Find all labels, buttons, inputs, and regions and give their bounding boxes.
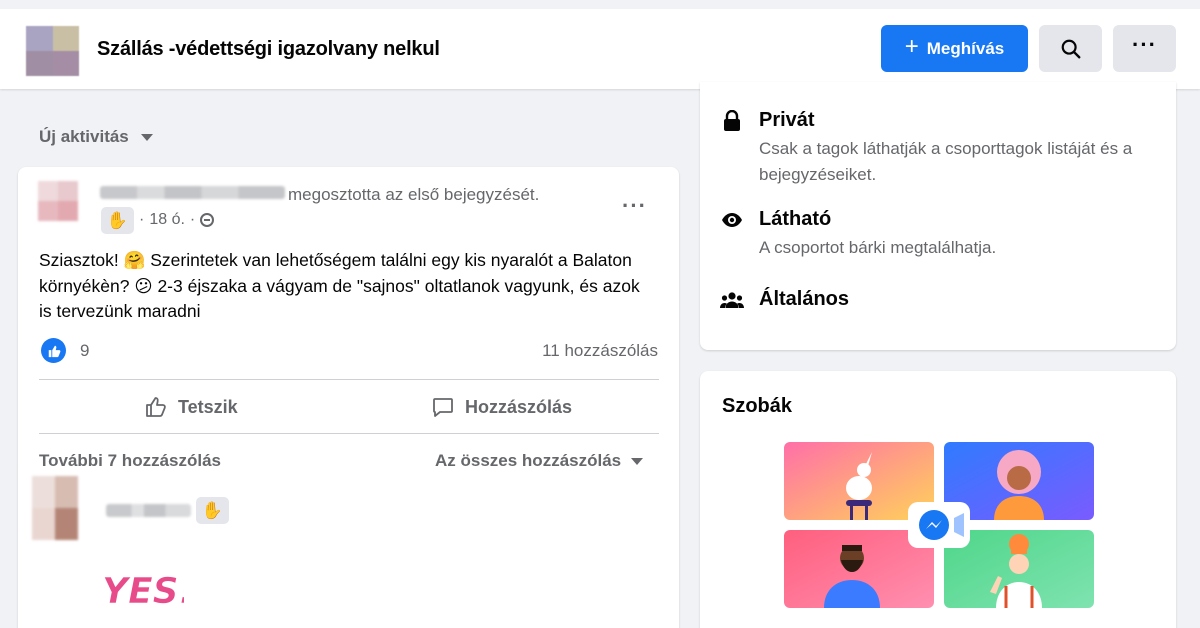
post-shared-text: megosztotta az első bejegyzését.: [288, 185, 540, 204]
author-name-redacted[interactable]: [100, 186, 285, 199]
yes-gif-text: YES!: [102, 571, 184, 612]
visibility-description: A csoportot bárki megtalálhatja.: [759, 238, 997, 257]
rooms-illustration[interactable]: [784, 442, 1094, 608]
post-more-icon[interactable]: ···: [622, 195, 647, 217]
waving-hand-icon: ✋: [106, 210, 129, 230]
caret-down-icon: [140, 133, 153, 141]
dot-separator: ·: [139, 211, 145, 228]
comment-filter-label: Az összes hozzászólás: [435, 451, 622, 470]
about-card: Privát Csak a tagok láthatják a csoportt…: [700, 82, 1176, 350]
divider: [39, 433, 659, 434]
search-button[interactable]: [1039, 25, 1102, 72]
view-more-comments[interactable]: További 7 hozzászólás: [39, 451, 221, 471]
search-icon: [1061, 39, 1080, 58]
comment-filter-dropdown[interactable]: Az összes hozzászólás: [435, 451, 644, 471]
commenter-avatar[interactable]: [32, 476, 78, 540]
thumbs-up-icon: [146, 397, 166, 417]
people-icon: [720, 288, 744, 312]
eye-icon: [720, 208, 744, 232]
like-label: Tetszik: [178, 396, 238, 417]
rooms-card: Szobák: [700, 371, 1176, 628]
commenter-name-redacted[interactable]: [106, 504, 191, 517]
comment-bubble-icon: [433, 398, 453, 417]
post-card: megosztotta az első bejegyzését. ✋ · 18 …: [18, 167, 679, 628]
visibility-title: Látható: [759, 208, 832, 230]
lock-icon: [720, 109, 744, 133]
comment-button[interactable]: Hozzászólás: [431, 393, 572, 421]
waving-hand-icon: ✋: [201, 500, 224, 520]
group-title[interactable]: Szállás -védettségi igazolvany nelkul: [97, 38, 440, 61]
reactions-summary[interactable]: 9: [41, 338, 89, 363]
privacy-description: Csak a tagok láthatják a csoporttagok li…: [759, 139, 1133, 184]
group-header: Szállás -védettségi igazolvany nelkul + …: [0, 0, 1200, 89]
new-member-badge[interactable]: ✋: [196, 497, 229, 524]
post-text: Sziasztok! 🤗 Szerintetek van lehetőségem…: [39, 250, 640, 321]
post-time[interactable]: 18 ó.: [149, 211, 185, 229]
like-button[interactable]: Tetszik: [144, 393, 238, 421]
invite-button[interactable]: + Meghívás: [881, 25, 1028, 72]
more-icon: ···: [1132, 31, 1157, 57]
group-cover-thumbnail[interactable]: [26, 26, 79, 76]
like-reaction-icon: [41, 338, 66, 363]
rooms-title: Szobák: [722, 395, 793, 417]
feed-sort-dropdown[interactable]: Új aktivitás: [39, 127, 153, 147]
group-type-title: Általános: [759, 288, 850, 310]
invite-label: Meghívás: [926, 38, 1005, 58]
new-member-badge[interactable]: ✋: [101, 207, 134, 234]
yes-gif[interactable]: YES!: [102, 561, 184, 615]
plus-icon: +: [904, 33, 919, 60]
author-avatar[interactable]: [38, 181, 78, 221]
divider: [39, 379, 659, 380]
comment-count[interactable]: 11 hozzászólás: [542, 341, 658, 361]
caret-down-icon: [631, 457, 644, 465]
audience-icon: [200, 213, 215, 227]
comment-label: Hozzászólás: [465, 396, 573, 417]
privacy-title: Privát: [759, 109, 815, 131]
post-meta: · 18 ó. ·: [139, 211, 215, 229]
sort-label: Új aktivitás: [39, 127, 129, 146]
more-options-button[interactable]: ···: [1113, 25, 1176, 72]
dot-separator: ·: [189, 211, 196, 228]
like-count: 9: [80, 340, 90, 360]
